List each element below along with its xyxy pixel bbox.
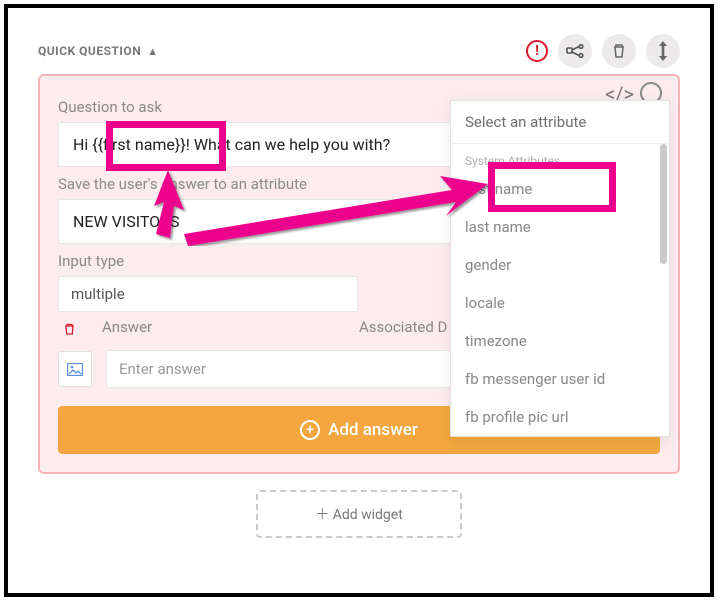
header-row: QUICK QUESTION ▲ ! [38, 34, 680, 68]
question-text-prefix: Hi [73, 135, 92, 154]
dropdown-item-locale[interactable]: locale [451, 284, 669, 322]
answer-input[interactable]: Enter answer [106, 350, 492, 388]
dropdown-item-gender[interactable]: gender [451, 246, 669, 284]
dropdown-item-timezone[interactable]: timezone [451, 322, 669, 360]
save-attribute-value: NEW VISITORS [73, 212, 180, 231]
add-widget-button[interactable]: ＋ Add widget [256, 490, 462, 538]
drag-handle-icon[interactable] [646, 34, 680, 68]
attribute-dropdown: Select an attribute System Attributes fi… [450, 100, 670, 437]
chevron-up-icon: ▲ [147, 45, 158, 58]
image-icon[interactable] [58, 351, 92, 387]
add-answer-label: Add answer [328, 420, 418, 440]
scrollbar-thumb[interactable] [660, 144, 667, 264]
input-type-select[interactable]: multiple [58, 276, 358, 312]
annotation-highlight-first-name [488, 162, 616, 212]
section-title-text: QUICK QUESTION [38, 44, 141, 58]
dropdown-search[interactable]: Select an attribute [451, 101, 669, 144]
section-title[interactable]: QUICK QUESTION ▲ [38, 44, 159, 58]
answer-placeholder: Enter answer [119, 360, 206, 378]
alert-icon[interactable]: ! [526, 40, 548, 62]
app-frame: QUICK QUESTION ▲ ! </> Question to ask H… [4, 4, 714, 597]
plus-icon: ＋ [315, 507, 332, 523]
answer-header-label: Answer [102, 318, 345, 340]
plus-circle-icon: + [300, 420, 320, 440]
dropdown-item-last-name[interactable]: last name [451, 208, 669, 246]
dropdown-placeholder: Select an attribute [465, 113, 586, 131]
dropdown-item-fb-pic[interactable]: fb profile pic url [451, 398, 669, 436]
top-actions: ! [526, 34, 680, 68]
trash-icon[interactable] [602, 34, 636, 68]
annotation-highlight-token [106, 121, 226, 171]
flow-icon[interactable] [558, 34, 592, 68]
delete-answer-icon[interactable] [58, 318, 80, 340]
dropdown-item-fb-id[interactable]: fb messenger user id [451, 360, 669, 398]
add-widget-label: Add widget [333, 507, 403, 523]
input-type-value: multiple [71, 285, 125, 303]
